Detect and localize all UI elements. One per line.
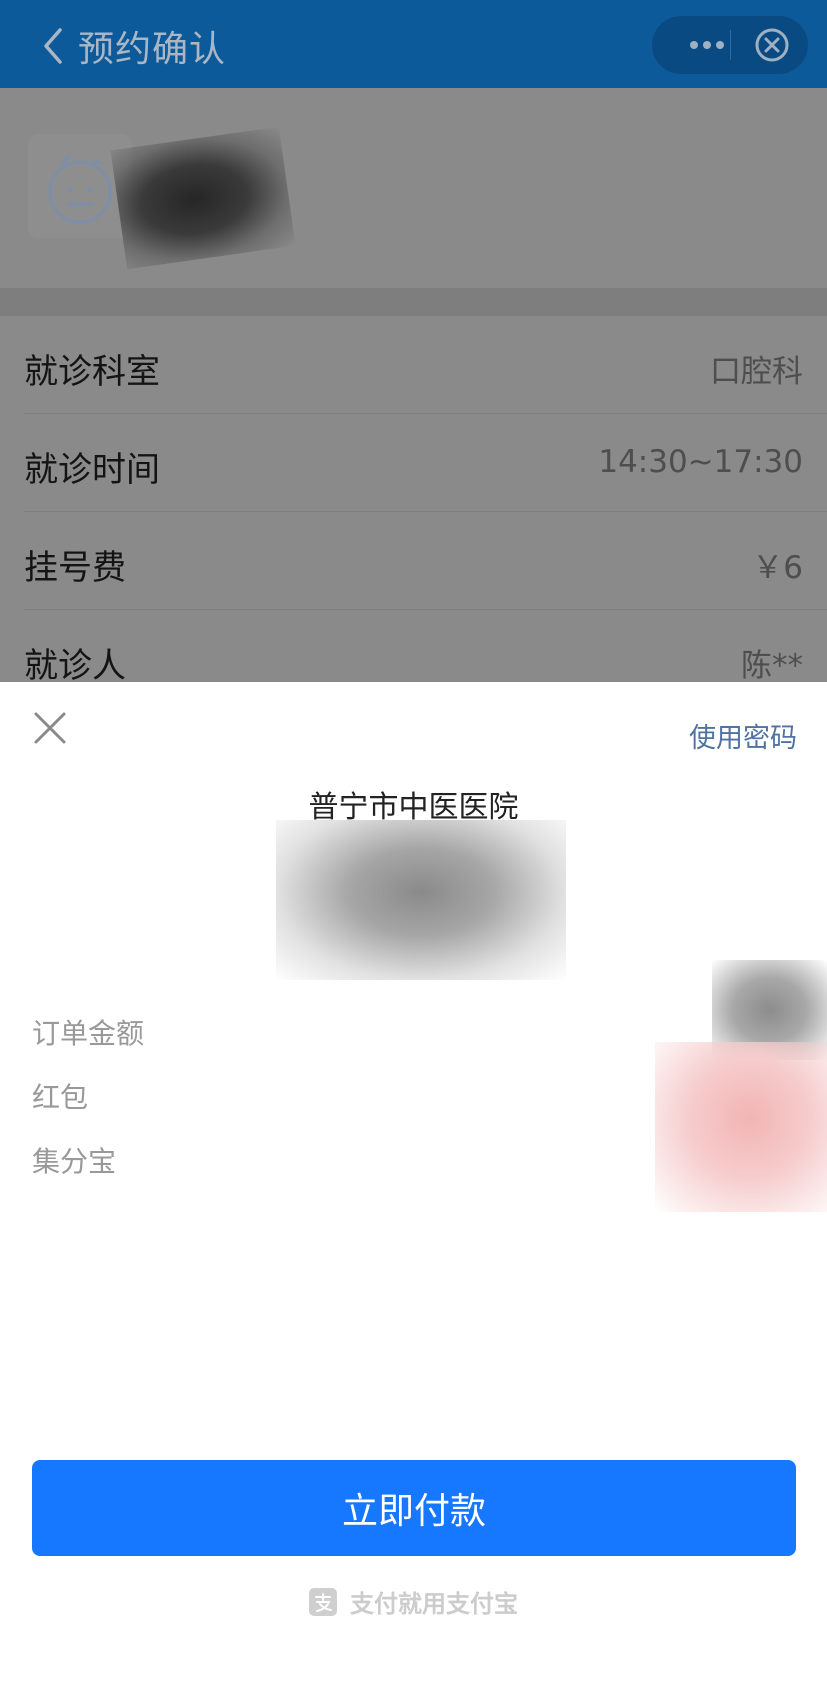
- close-mini-program-button[interactable]: [742, 16, 804, 74]
- alipay-brand: 支付就用支付宝: [0, 1584, 827, 1619]
- use-password-link[interactable]: 使用密码: [689, 716, 797, 755]
- payment-sheet: 使用密码 普宁市中医医院 订单金额 红包 集分宝 立即付款 支付就用支付宝: [0, 682, 827, 1705]
- info-value: 口腔科: [710, 354, 803, 390]
- capsule-divider: [730, 30, 731, 60]
- info-value: 14:30~17:30: [598, 444, 803, 480]
- appointment-info-list: 就诊科室 口腔科 就诊时间 14:30~17:30 挂号费 ￥6 就诊人 陈**: [0, 316, 827, 682]
- info-row-patient: 就诊人 陈**: [0, 610, 827, 682]
- chevron-left-icon: [44, 28, 62, 64]
- ellipsis-icon: [690, 41, 724, 49]
- info-value: ￥6: [752, 550, 803, 586]
- section-gap: [0, 288, 827, 316]
- redacted-hospital-name: [110, 126, 296, 270]
- redacted-discount: [655, 1042, 827, 1212]
- info-label: 就诊时间: [24, 450, 160, 490]
- back-button[interactable]: [36, 24, 72, 68]
- hospital-card: [0, 88, 827, 288]
- close-icon: [34, 712, 66, 744]
- info-label: 就诊科室: [24, 352, 160, 392]
- alipay-logo-icon: [308, 1587, 337, 1616]
- info-label: 就诊人: [24, 646, 126, 682]
- mini-program-capsule: [652, 16, 808, 74]
- order-amount-label: 订单金额: [32, 1017, 145, 1050]
- pay-now-button[interactable]: 立即付款: [32, 1460, 796, 1556]
- page-title: 预约确认: [78, 29, 227, 70]
- alipay-slogan: 支付就用支付宝: [350, 1590, 519, 1618]
- info-label: 挂号费: [24, 548, 126, 588]
- points-label: 集分宝: [32, 1145, 117, 1178]
- more-button[interactable]: [672, 16, 742, 74]
- top-nav-bar: 预约确认: [0, 0, 827, 88]
- info-row-time: 就诊时间 14:30~17:30: [0, 414, 827, 512]
- info-row-fee: 挂号费 ￥6: [0, 512, 827, 610]
- red-packet-label: 红包: [32, 1081, 89, 1114]
- info-row-department: 就诊科室 口腔科: [0, 316, 827, 414]
- circle-close-icon: [755, 28, 789, 62]
- redacted-amount: [276, 820, 566, 980]
- screen: 预约确认 就诊科室 口腔科 就诊时间 14:30~17:30 挂号费 ￥6 就诊…: [0, 0, 827, 1705]
- close-sheet-button[interactable]: [30, 708, 70, 748]
- info-value: 陈**: [741, 648, 803, 682]
